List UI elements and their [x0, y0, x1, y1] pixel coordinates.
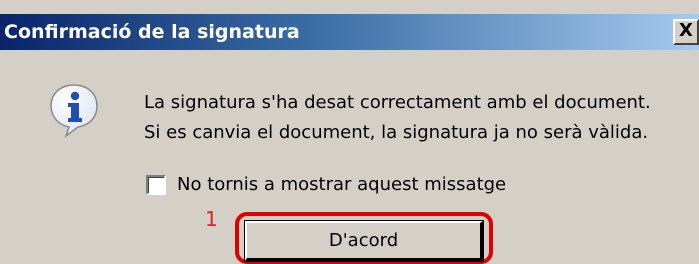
dont-show-again-checkbox[interactable] — [146, 175, 166, 195]
info-icon — [50, 84, 98, 138]
title-bar[interactable]: Confirmació de la signatura X — [0, 14, 699, 50]
window-title: Confirmació de la signatura — [4, 21, 300, 43]
ok-button[interactable]: D'acord — [244, 220, 484, 262]
message-line: Si es canvia el document, la signatura j… — [144, 122, 649, 143]
message-line: La signatura s'ha desat correctament amb… — [144, 92, 651, 113]
close-icon: X — [679, 20, 693, 41]
dont-show-again-label[interactable]: No tornis a mostrar aquest missatge — [177, 174, 506, 196]
message-text: La signatura s'ha desat correctament amb… — [144, 88, 651, 148]
close-button[interactable]: X — [673, 19, 699, 45]
confirmation-dialog: Confirmació de la signatura X La signatu… — [0, 0, 699, 264]
step-number-annotation: 1 — [205, 207, 218, 231]
